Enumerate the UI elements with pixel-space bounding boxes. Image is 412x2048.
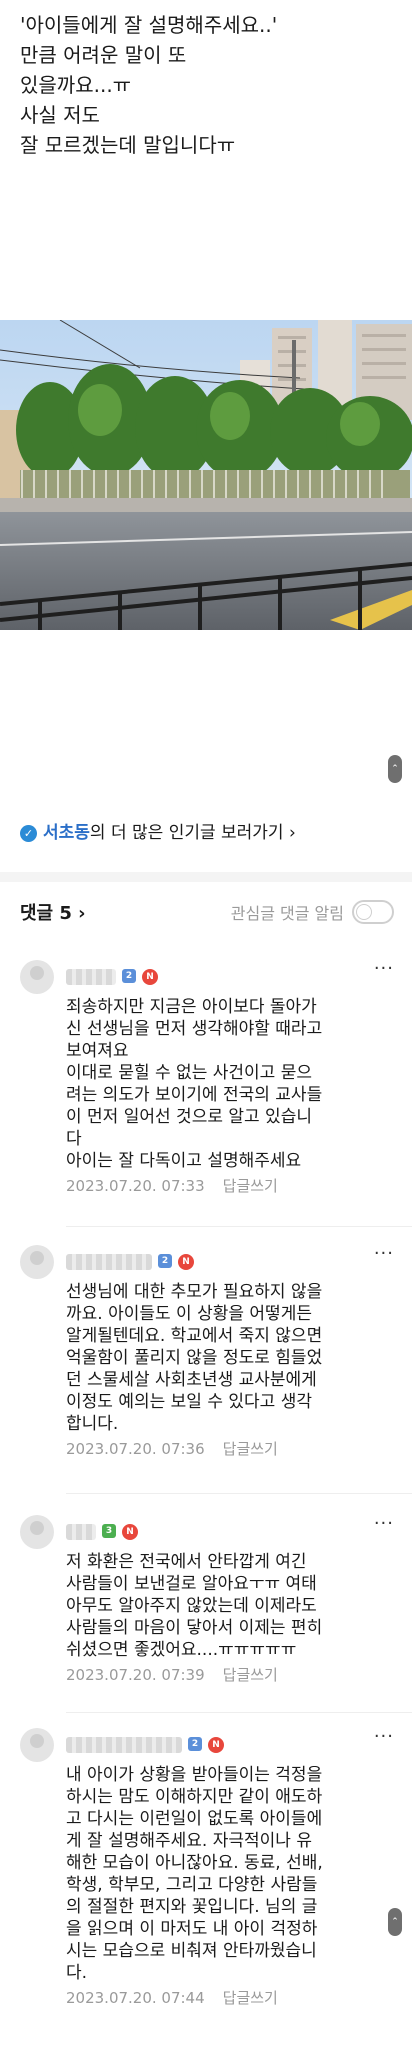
post-line: 잘 모르겠는데 말입니다ㅠ (20, 133, 236, 157)
comment-text: 선생님에 대한 추모가 필요하지 않을 까요. 아이들도 이 상황을 어떻게든 … (0, 1279, 412, 1435)
neighborhood-name: 서초동 (43, 823, 90, 843)
comment-alert-label: 관심글 댓글 알림 (230, 904, 344, 923)
comment-line: 다 (66, 1129, 82, 1149)
comment-item: 2 N ··· 선생님에 대한 추모가 필요하지 않을 까요. 아이들도 이 상… (0, 1245, 412, 1459)
comment-line: 저 화환은 전국에서 안타깝게 여긴 (66, 1552, 307, 1572)
comment-line: 억울함이 풀리지 않을 정도로 힘들었 (66, 1348, 323, 1368)
more-options-icon[interactable]: ··· (374, 1245, 394, 1263)
more-options-icon[interactable]: ··· (374, 1515, 394, 1533)
blurred-nickname[interactable] (66, 1524, 96, 1540)
comment-line: 다. (66, 1963, 88, 1983)
comment-line: 이정도 예의는 보일 수 있다고 생각 (66, 1392, 312, 1412)
comment-line: 고 다시는 이런일이 없도록 아이들에 (66, 1809, 323, 1829)
toggle-knob (356, 904, 372, 920)
comment-text: 죄송하지만 지금은 아이보다 돌아가 신 선생님을 먼저 생각해야할 때라고 보… (0, 994, 412, 1172)
comment-meta: 2023.07.20. 07:39 답글쓰기 (0, 1661, 412, 1685)
comment-text: 저 화환은 전국에서 안타깝게 여긴 사람들이 보낸걸로 알아요ㅜㅠ 여태 아무… (0, 1549, 412, 1661)
comment-line: 시는 모습으로 비춰져 안타까웠습니 (66, 1941, 317, 1961)
comment-date: 2023.07.20. 07:44 (66, 1989, 205, 2007)
comment-line: 아무도 알아주지 않았는데 이제라도 (66, 1596, 317, 1616)
comment-line: 죄송하지만 지금은 아이보다 돌아가 (66, 997, 317, 1017)
reply-button[interactable]: 답글쓰기 (223, 1177, 278, 1195)
blurred-nickname[interactable] (66, 969, 116, 985)
comment-line: 합니다. (66, 1414, 119, 1434)
comment-line: 선생님에 대한 추모가 필요하지 않을 (66, 1282, 323, 1302)
comment-line: 던 스물세살 사회초년생 교사분에게 (66, 1370, 317, 1390)
comment-line: 게 잘 설명해주세요. 자극적이나 유 (66, 1831, 312, 1851)
new-badge: N (178, 1254, 194, 1270)
comment-item: 2 N ··· 내 아이가 상황을 받아들이는 걱정을 하시는 맘도 이해하지만… (0, 1728, 412, 2008)
more-link-text: 의 더 많은 인기글 보러가기 › (89, 823, 296, 843)
comment-line: 사람들의 마음이 닿아서 이제는 편히 (66, 1618, 323, 1638)
comment-meta: 2023.07.20. 07:33 답글쓰기 (0, 1172, 412, 1196)
more-options-icon[interactable]: ··· (374, 1728, 394, 1746)
comment-line: 보여져요 (66, 1041, 129, 1061)
more-popular-posts-link[interactable]: ✓ 서초동 의 더 많은 인기글 보러가기 › (20, 818, 296, 848)
level-badge: 2 (158, 1254, 172, 1268)
comment-alert-toggle[interactable] (352, 900, 394, 924)
avatar[interactable] (20, 960, 54, 994)
comment-separator (66, 1712, 412, 1713)
comment-date: 2023.07.20. 07:39 (66, 1666, 205, 1684)
comment-line: 쉬셨으면 좋겠어요....ㅠㅠㅠㅠㅠ (66, 1640, 297, 1660)
comment-line: 려는 의도가 보이기에 전국의 교사들 (66, 1085, 323, 1105)
more-options-icon[interactable]: ··· (374, 960, 394, 978)
blurred-nickname[interactable] (66, 1254, 152, 1270)
comment-line: 을 읽으며 이 마저도 내 아이 걱정하 (66, 1919, 318, 1939)
comment-line: 사람들이 보낸걸로 알아요ㅜㅠ 여태 (66, 1574, 317, 1594)
post-photo[interactable] (0, 320, 412, 630)
avatar[interactable] (20, 1245, 54, 1279)
reply-button[interactable]: 답글쓰기 (223, 1666, 278, 1684)
scroll-indicator[interactable]: ⌃ (388, 1908, 402, 1936)
comment-meta: 2023.07.20. 07:44 답글쓰기 (0, 1984, 412, 2008)
new-badge: N (208, 1737, 224, 1753)
comment-date: 2023.07.20. 07:33 (66, 1177, 205, 1195)
post-body: '아이들에게 잘 설명해주세요..' 만큼 어려운 말이 또 있을까요...ㅠ … (0, 0, 412, 160)
comment-line: 알게될텐데요. 학교에서 죽지 않으면 (66, 1326, 323, 1346)
comment-line: 아이는 잘 다독이고 설명해주세요 (66, 1151, 302, 1171)
comment-count-link[interactable]: 댓글 5 › (20, 899, 86, 925)
comment-separator (66, 1226, 412, 1227)
scroll-indicator[interactable]: ⌃ (388, 755, 402, 783)
verified-check-icon: ✓ (20, 824, 37, 842)
section-divider (0, 872, 412, 882)
reply-button[interactable]: 답글쓰기 (223, 1440, 278, 1458)
level-badge: 2 (122, 969, 136, 983)
comment-line: 학생, 학부모, 그리고 다양한 사람들 (66, 1875, 318, 1895)
comment-date: 2023.07.20. 07:36 (66, 1440, 205, 1458)
comment-line: 이 먼저 일어선 것으로 알고 있습니 (66, 1107, 312, 1127)
new-badge: N (142, 969, 158, 985)
comment-separator (66, 1493, 412, 1494)
comment-line: 하시는 맘도 이해하지만 같이 애도하 (66, 1787, 323, 1807)
reply-button[interactable]: 답글쓰기 (223, 1989, 278, 2007)
street-photo (0, 320, 412, 630)
comment-item: 3 N ··· 저 화환은 전국에서 안타깝게 여긴 사람들이 보낸걸로 알아요… (0, 1515, 412, 1685)
comment-meta: 2023.07.20. 07:36 답글쓰기 (0, 1435, 412, 1459)
blurred-nickname[interactable] (66, 1737, 182, 1753)
new-badge: N (122, 1524, 138, 1540)
comment-line: 내 아이가 상황을 받아들이는 걱정을 (66, 1765, 323, 1785)
level-badge: 2 (188, 1737, 202, 1751)
comment-line: 의 절절한 편지와 꽃입니다. 님의 글 (66, 1897, 318, 1917)
comment-line: 해한 모습이 아니잖아요. 동료, 선배, (66, 1853, 323, 1873)
avatar[interactable] (20, 1515, 54, 1549)
comment-line: 신 선생님을 먼저 생각해야할 때라고 (66, 1019, 323, 1039)
comment-line: 이대로 묻힐 수 없는 사건이고 묻으 (66, 1063, 312, 1083)
comments-header: 댓글 5 › 관심글 댓글 알림 (20, 895, 394, 929)
post-line: 있을까요...ㅠ (20, 73, 132, 97)
post-line: '아이들에게 잘 설명해주세요..' (20, 13, 278, 37)
comment-text: 내 아이가 상황을 받아들이는 걱정을 하시는 맘도 이해하지만 같이 애도하 … (0, 1762, 412, 1984)
post-line: 만큼 어려운 말이 또 (20, 43, 187, 67)
comment-line: 까요. 아이들도 이 상황을 어떻게든 (66, 1304, 312, 1324)
avatar[interactable] (20, 1728, 54, 1762)
level-badge: 3 (102, 1524, 116, 1538)
post-line: 사실 저도 (20, 103, 100, 127)
comment-item: 2 N ··· 죄송하지만 지금은 아이보다 돌아가 신 선생님을 먼저 생각해… (0, 960, 412, 1196)
